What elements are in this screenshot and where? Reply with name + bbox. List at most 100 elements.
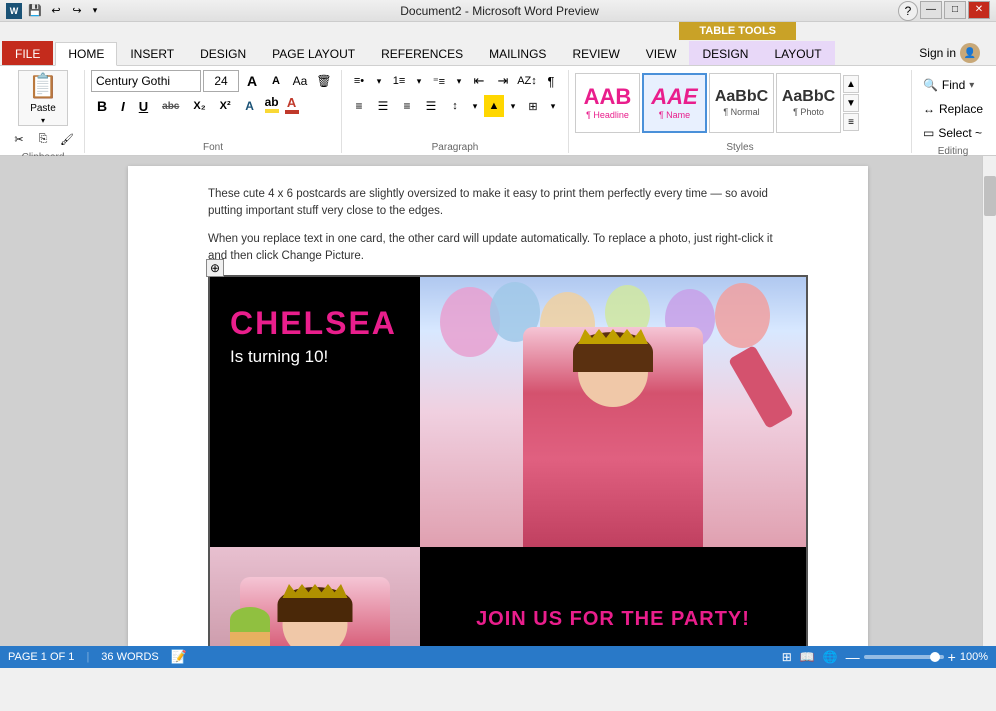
- highlight-color-swatch: [265, 109, 279, 113]
- align-center-button[interactable]: ☰: [372, 95, 394, 117]
- layout-view-button[interactable]: ⊞: [782, 650, 792, 664]
- tab-table-layout[interactable]: LAYOUT: [761, 41, 834, 65]
- superscript-button[interactable]: X²: [214, 95, 237, 117]
- paste-button[interactable]: 📋 Paste ▾: [18, 70, 68, 126]
- sort-button[interactable]: AZ↕: [516, 70, 538, 92]
- tab-home[interactable]: HOME: [55, 42, 117, 66]
- tab-review[interactable]: REVIEW: [559, 41, 632, 65]
- card-subtitle: Is turning 10!: [230, 347, 400, 367]
- ribbon-group-editing: 🔍 Find ▾ ↔ Replace ▭ Select ~ Editing: [912, 70, 994, 153]
- multilevel-button[interactable]: ⁼≡: [428, 70, 450, 92]
- font-size-decrease-button[interactable]: A: [265, 70, 287, 92]
- font-label: Font: [203, 140, 223, 153]
- increase-indent-button[interactable]: ⇥: [492, 70, 514, 92]
- tab-references[interactable]: REFERENCES: [368, 41, 476, 65]
- justify-button[interactable]: ☰: [420, 95, 442, 117]
- status-left: PAGE 1 OF 1 | 36 WORDS 📝: [8, 649, 187, 665]
- style-name-preview: AAE: [651, 86, 697, 108]
- zoom-level: 100%: [960, 651, 988, 663]
- paragraph-label: Paragraph: [432, 140, 479, 153]
- tab-design[interactable]: DESIGN: [187, 41, 259, 65]
- proofing-icon[interactable]: 📝: [171, 649, 187, 665]
- line-spacing-dropdown[interactable]: ▾: [468, 95, 482, 117]
- zoom-slider[interactable]: [864, 655, 944, 659]
- underline-button[interactable]: U: [133, 95, 154, 117]
- replace-button[interactable]: ↔ Replace: [918, 98, 988, 120]
- zoom-in-button[interactable]: +: [948, 649, 956, 665]
- tab-insert[interactable]: INSERT: [117, 41, 187, 65]
- cut-button[interactable]: ✂: [8, 128, 30, 150]
- redo-button[interactable]: ↪: [68, 2, 86, 20]
- document-area: These cute 4 x 6 postcards are slightly …: [0, 156, 996, 646]
- style-photo[interactable]: AaBbC ¶ Photo: [776, 73, 841, 133]
- web-view-button[interactable]: 🌐: [823, 650, 838, 664]
- highlight-color-button[interactable]: ab: [263, 95, 281, 117]
- font-color-button[interactable]: A: [283, 95, 301, 117]
- font-name-input[interactable]: [91, 70, 201, 92]
- format-painter-button[interactable]: 🖌: [56, 128, 78, 150]
- borders-button[interactable]: ⊞: [522, 95, 544, 117]
- shading-button[interactable]: ▲: [484, 95, 504, 117]
- strikethrough-button[interactable]: abc: [156, 95, 185, 117]
- style-headline[interactable]: AAB ¶ Headline: [575, 73, 640, 133]
- subscript-button[interactable]: X₂: [187, 95, 211, 117]
- numbering-dropdown[interactable]: ▾: [412, 70, 426, 92]
- status-bar: PAGE 1 OF 1 | 36 WORDS 📝 ⊞ 📖 🌐 — + 100%: [0, 646, 996, 668]
- tab-mailings[interactable]: MAILINGS: [476, 41, 559, 65]
- style-more[interactable]: ≡: [843, 113, 859, 131]
- style-photo-preview: AaBbC: [782, 89, 835, 105]
- pilcrow-button[interactable]: ¶: [540, 70, 562, 92]
- style-scroll-down[interactable]: ▼: [843, 94, 859, 112]
- clear-formatting-button[interactable]: 🗑: [313, 70, 335, 92]
- quick-access-dropdown[interactable]: ▾: [89, 2, 101, 20]
- zoom-slider-thumb: [930, 652, 940, 662]
- close-button[interactable]: ✕: [968, 1, 990, 19]
- multilevel-dropdown[interactable]: ▾: [452, 70, 466, 92]
- zoom-out-button[interactable]: —: [846, 649, 860, 665]
- decrease-indent-button[interactable]: ⇤: [468, 70, 490, 92]
- italic-button[interactable]: I: [115, 95, 131, 117]
- tab-table-design[interactable]: DESIGN: [689, 41, 761, 65]
- save-button[interactable]: 💾: [26, 2, 44, 20]
- sign-in-button[interactable]: Sign in 👤: [911, 41, 988, 65]
- read-view-button[interactable]: 📖: [800, 650, 815, 664]
- style-normal[interactable]: AaBbC ¶ Normal: [709, 73, 774, 133]
- replace-label: Replace: [939, 102, 983, 116]
- numbering-button[interactable]: 1≡: [388, 70, 410, 92]
- minimize-button[interactable]: —: [920, 1, 942, 19]
- tab-file[interactable]: FILE: [2, 41, 53, 65]
- line-spacing-button[interactable]: ↕: [444, 95, 466, 117]
- align-left-button[interactable]: ≡: [348, 95, 370, 117]
- find-button[interactable]: 🔍 Find ▾: [918, 74, 988, 96]
- scroll-thumb[interactable]: [984, 176, 996, 216]
- tab-page-layout[interactable]: PAGE LAYOUT: [259, 41, 368, 65]
- help-button[interactable]: ?: [898, 1, 918, 21]
- select-button[interactable]: ▭ Select ~: [918, 122, 988, 144]
- borders-dropdown[interactable]: ▾: [546, 95, 560, 117]
- change-case-button[interactable]: Aa: [289, 70, 311, 92]
- bold-button[interactable]: B: [91, 95, 113, 117]
- bullets-button[interactable]: ≡•: [348, 70, 370, 92]
- title-bar-left: W 💾 ↩ ↪ ▾: [6, 2, 101, 20]
- font-size-input[interactable]: [203, 70, 239, 92]
- style-scroll-up[interactable]: ▲: [843, 75, 859, 93]
- bullets-dropdown[interactable]: ▾: [372, 70, 386, 92]
- style-photo-label: ¶ Photo: [793, 107, 824, 117]
- shading-dropdown[interactable]: ▾: [506, 95, 520, 117]
- style-normal-label: ¶ Normal: [723, 107, 759, 117]
- style-name[interactable]: AAE ¶ Name: [642, 73, 707, 133]
- tab-view[interactable]: VIEW: [633, 41, 690, 65]
- copy-button[interactable]: ⎘: [32, 128, 54, 150]
- undo-button[interactable]: ↩: [47, 2, 65, 20]
- align-right-button[interactable]: ≡: [396, 95, 418, 117]
- card-top: CHELSEA Is turning 10!: [210, 277, 806, 547]
- small-photo-sim: [210, 547, 420, 646]
- paste-dropdown-arrow: ▾: [41, 116, 45, 125]
- card-move-handle[interactable]: ⊕: [206, 259, 224, 277]
- maximize-button[interactable]: □: [944, 1, 966, 19]
- party-details: [Date and Time] [Location / Address] RSV…: [552, 641, 675, 646]
- font-size-increase-button[interactable]: A: [241, 70, 263, 92]
- text-effects-button[interactable]: A: [239, 95, 261, 117]
- vertical-scrollbar[interactable]: [982, 156, 996, 646]
- paragraph-row-1: ≡• ▾ 1≡ ▾ ⁼≡ ▾ ⇤ ⇥ AZ↕ ¶: [348, 70, 562, 92]
